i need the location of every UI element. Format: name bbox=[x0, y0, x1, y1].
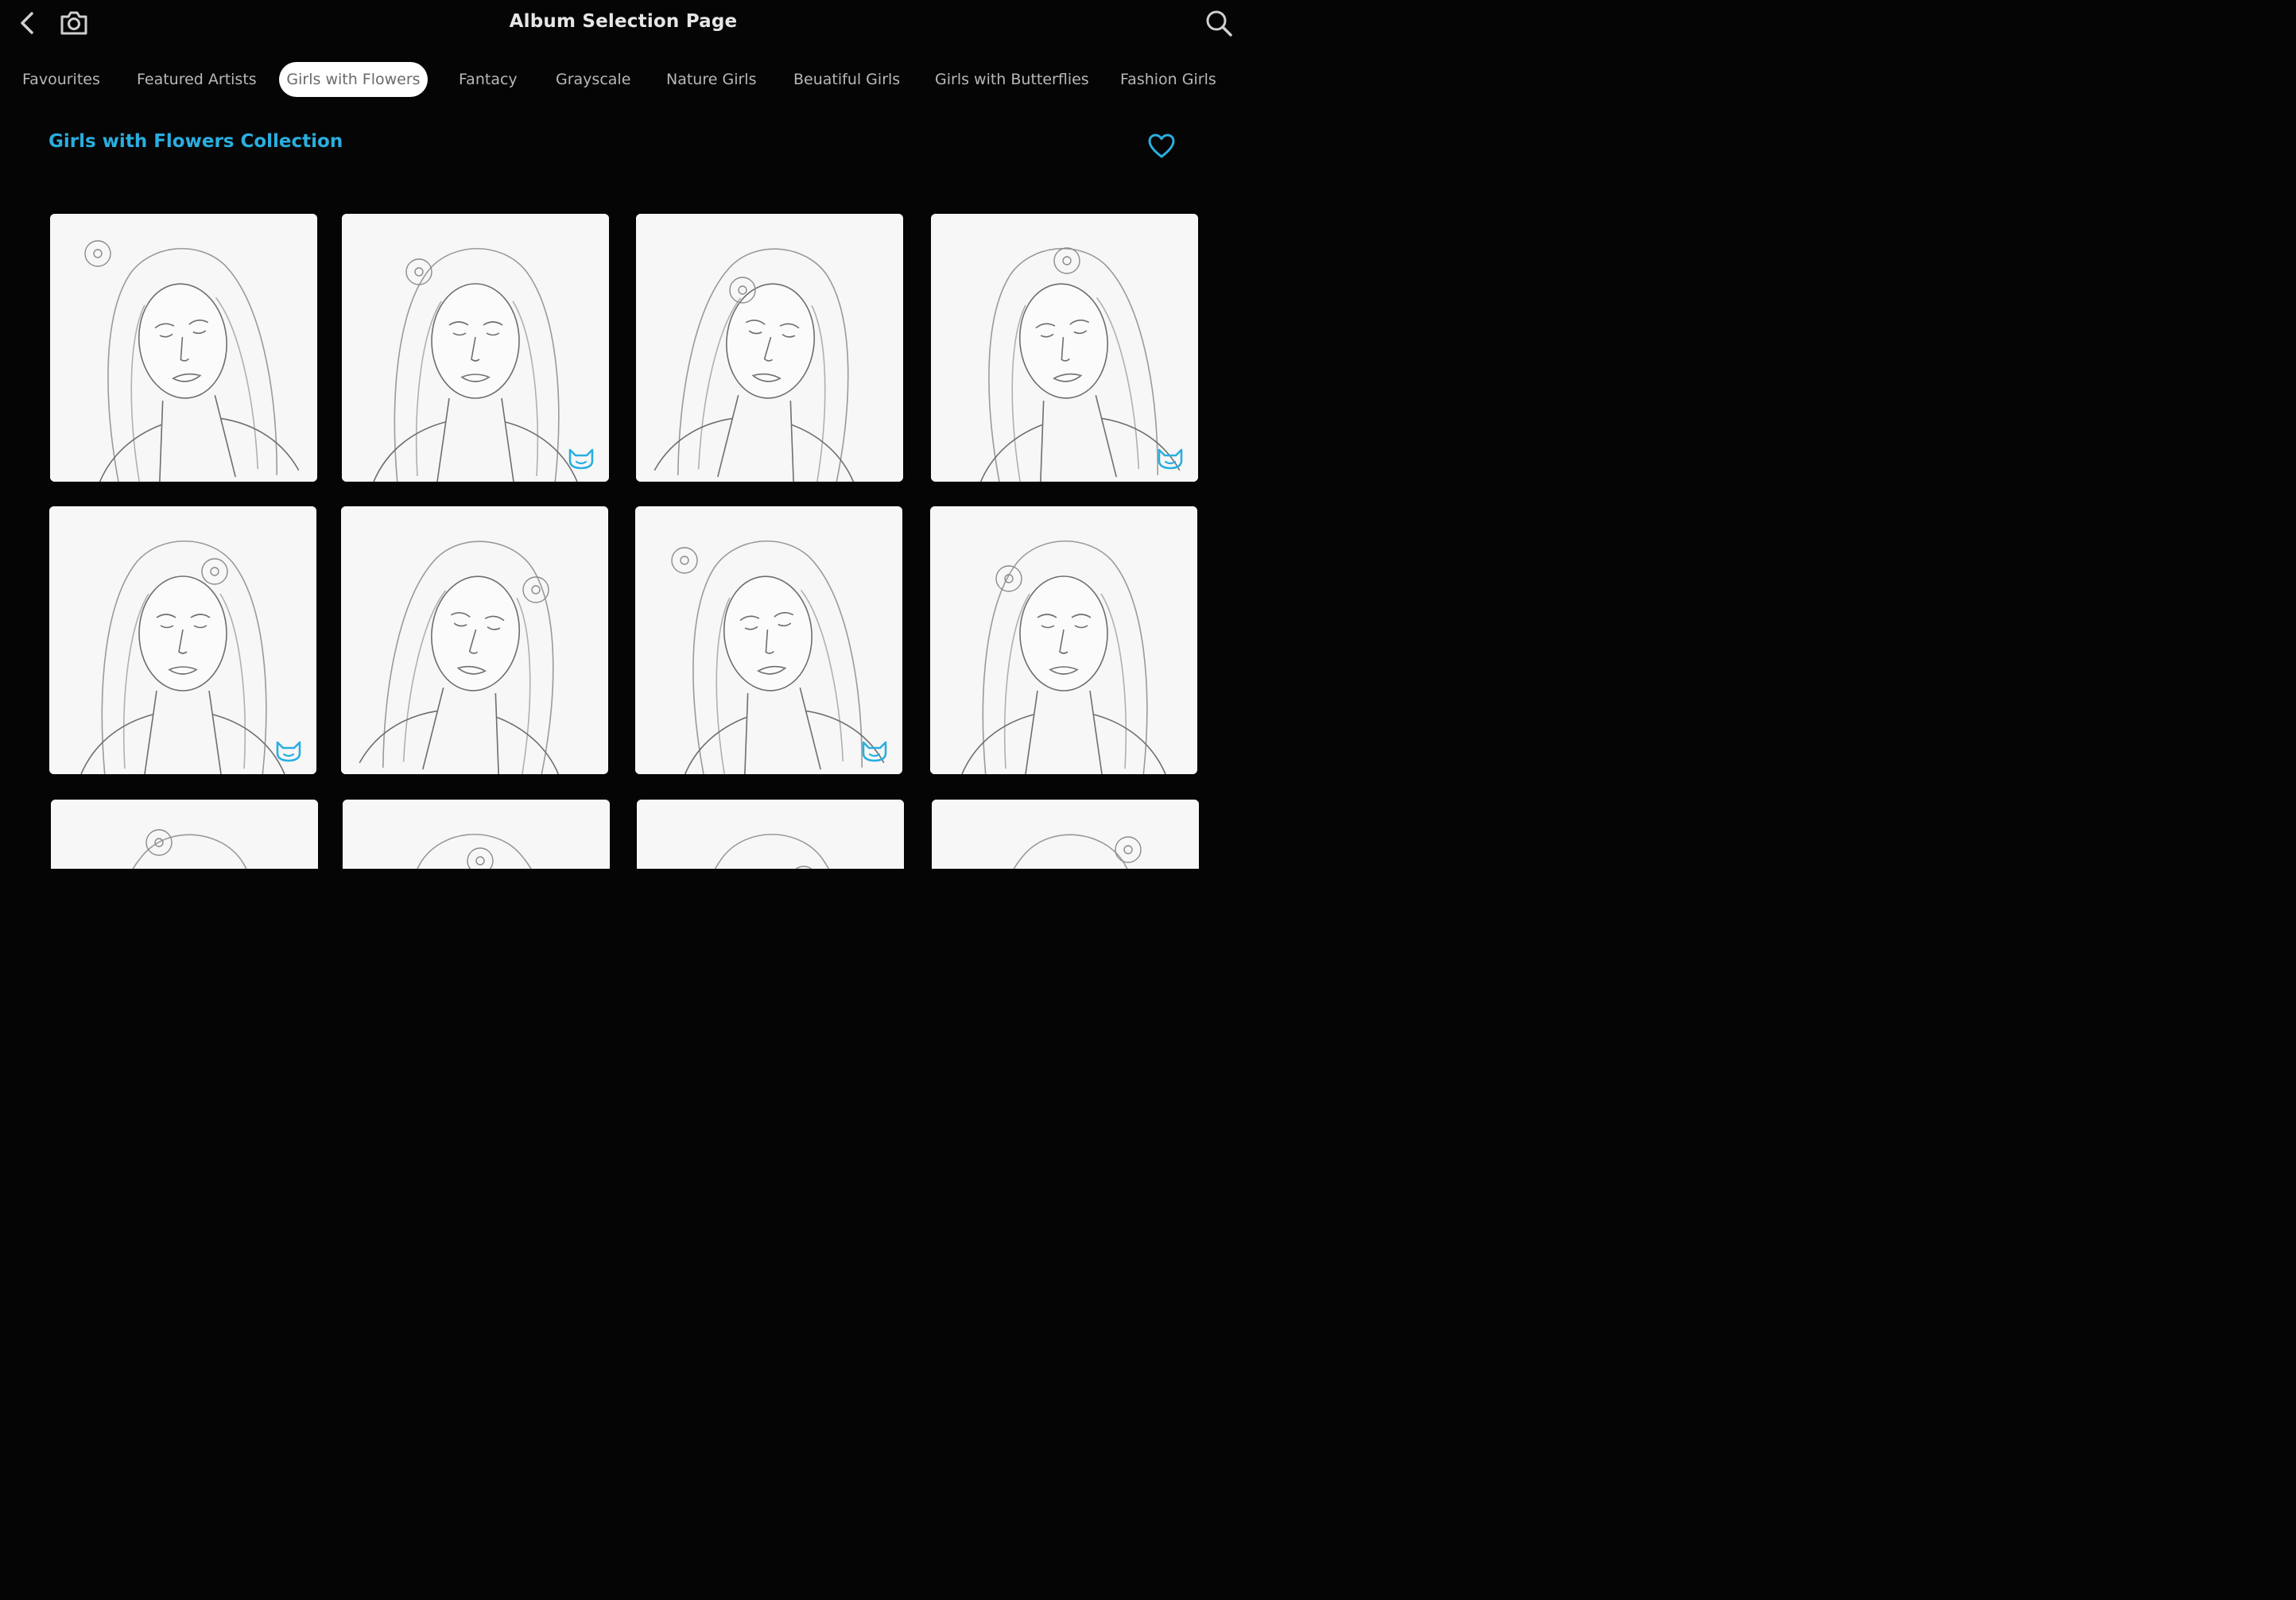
artwork-card[interactable] bbox=[930, 506, 1197, 774]
artwork-illustration bbox=[50, 214, 317, 482]
tab-featured-artists[interactable]: Featured Artists bbox=[137, 62, 257, 97]
tab-beuatiful-girls[interactable]: Beuatiful Girls bbox=[793, 62, 900, 97]
album-selection-page: Album Selection Page Favourites Featured… bbox=[0, 0, 1247, 869]
artwork-card[interactable] bbox=[637, 800, 904, 869]
premium-cat-icon bbox=[276, 741, 301, 762]
artwork-card[interactable] bbox=[50, 214, 317, 482]
heart-outline-icon[interactable] bbox=[1147, 133, 1176, 160]
artwork-illustration bbox=[635, 506, 902, 774]
artwork-illustration bbox=[931, 214, 1198, 482]
premium-cat-icon bbox=[862, 741, 887, 762]
tab-grayscale[interactable]: Grayscale bbox=[556, 62, 630, 97]
artwork-card[interactable] bbox=[343, 800, 610, 869]
artwork-card[interactable] bbox=[342, 214, 609, 482]
collection-title: Girls with Flowers Collection bbox=[48, 131, 343, 152]
artwork-illustration bbox=[930, 506, 1197, 774]
premium-cat-icon bbox=[568, 448, 594, 470]
artwork-card[interactable] bbox=[635, 506, 902, 774]
artwork-card[interactable] bbox=[932, 800, 1199, 869]
artwork-card[interactable] bbox=[636, 214, 903, 482]
category-tabs: Favourites Featured Artists Girls with F… bbox=[0, 62, 1247, 99]
tab-girls-with-butterflies[interactable]: Girls with Butterflies bbox=[935, 62, 1089, 97]
tab-nature-girls[interactable]: Nature Girls bbox=[666, 62, 756, 97]
artwork-illustration bbox=[343, 800, 610, 869]
artwork-illustration bbox=[342, 214, 609, 482]
tab-fantacy[interactable]: Fantacy bbox=[459, 62, 518, 97]
artwork-illustration bbox=[341, 506, 608, 774]
tab-favourites[interactable]: Favourites bbox=[22, 62, 100, 97]
page-title: Album Selection Page bbox=[509, 11, 738, 32]
tab-fashion-girls[interactable]: Fashion Girls bbox=[1120, 62, 1216, 97]
artwork-card[interactable] bbox=[341, 506, 608, 774]
top-bar: Album Selection Page bbox=[0, 0, 1247, 46]
artwork-card[interactable] bbox=[49, 506, 316, 774]
artwork-illustration bbox=[932, 800, 1199, 869]
artwork-card[interactable] bbox=[51, 800, 318, 869]
artwork-card[interactable] bbox=[931, 214, 1198, 482]
artwork-illustration bbox=[51, 800, 318, 869]
search-icon[interactable] bbox=[1204, 8, 1234, 38]
artwork-illustration bbox=[637, 800, 904, 869]
tab-girls-with-flowers[interactable]: Girls with Flowers bbox=[279, 62, 428, 97]
artwork-illustration bbox=[49, 506, 316, 774]
artwork-illustration bbox=[636, 214, 903, 482]
premium-cat-icon bbox=[1158, 448, 1183, 470]
